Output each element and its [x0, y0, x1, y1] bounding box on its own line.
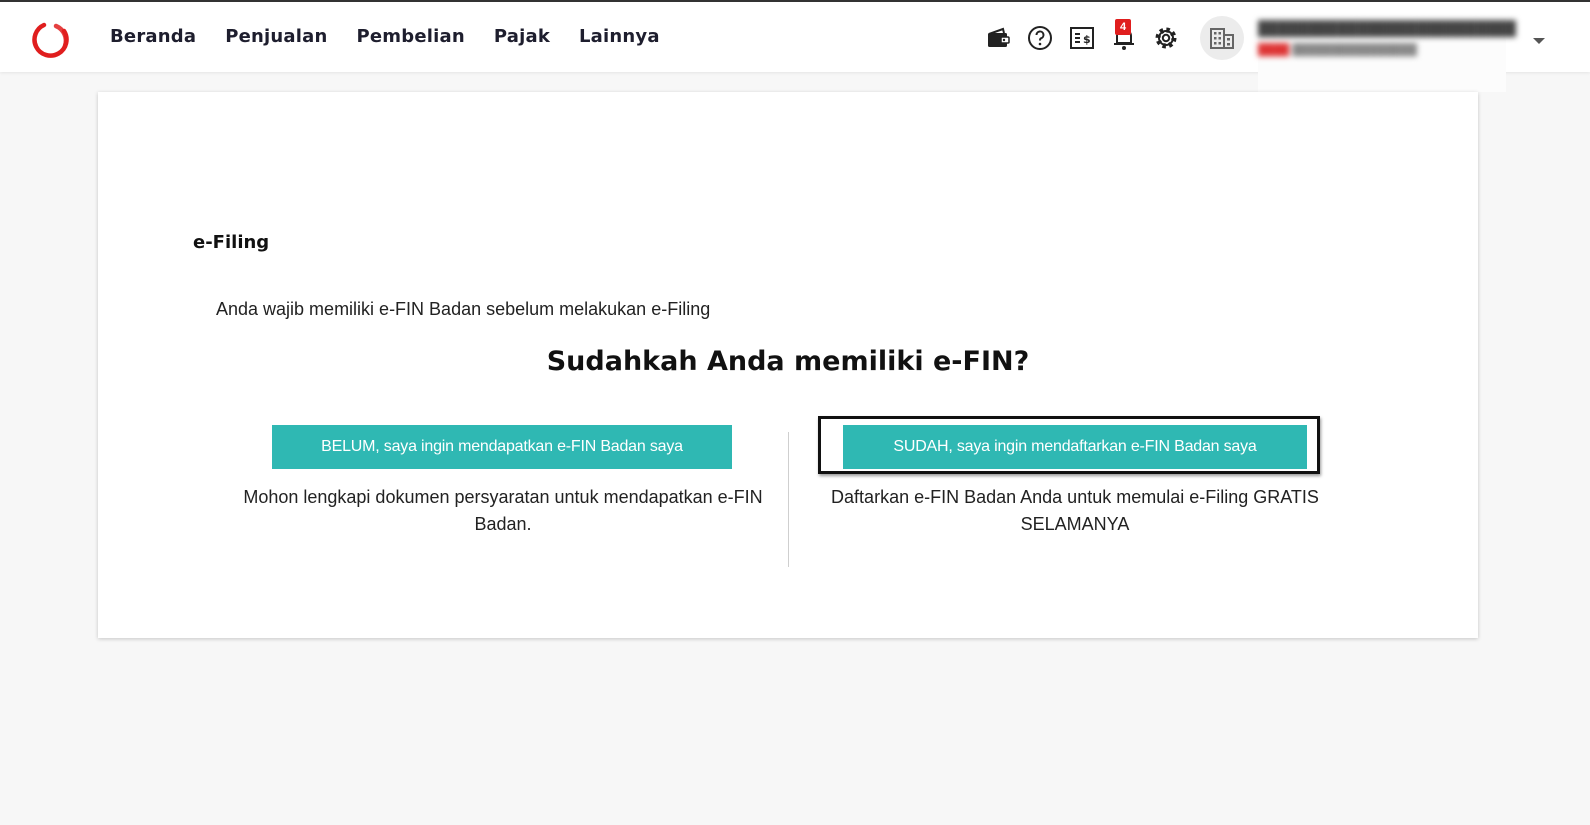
wallet-icon: [988, 27, 1010, 47]
intro-text: Anda wajib memiliki e-FIN Badan sebelum …: [216, 299, 711, 319]
top-navbar: Beranda Penjualan Pembelian Pajak Lainny…: [0, 0, 1590, 92]
belum-efin-button[interactable]: BELUM, saya ingin mendapatkan e-FIN Bada…: [272, 425, 732, 469]
settings-button[interactable]: [1152, 22, 1180, 54]
main-nav: Beranda Penjualan Pembelian Pajak Lainny…: [110, 26, 660, 47]
svg-text:$: $: [1083, 33, 1091, 46]
sudah-description: Daftarkan e-FIN Badan Anda untuk memulai…: [831, 487, 1319, 534]
help-button[interactable]: [1026, 22, 1054, 54]
efiling-card: e-Filing Anda wajib memiliki e-FIN Badan…: [98, 92, 1478, 638]
belum-description: Mohon lengkapi dokumen persyaratan untuk…: [243, 487, 763, 534]
company-role-redacted: ████ ████████████████: [1258, 44, 1417, 56]
notification-button[interactable]: 4: [1110, 19, 1138, 54]
chevron-down-icon[interactable]: [1533, 38, 1545, 44]
nav-item-penjualan[interactable]: Penjualan: [225, 26, 327, 47]
vertical-divider: [788, 432, 789, 567]
help-icon: [1028, 26, 1052, 50]
nav-item-pembelian[interactable]: Pembelian: [356, 26, 464, 47]
header-icons: $ 4: [984, 19, 1194, 54]
building-icon: [1210, 28, 1234, 49]
nav-item-lainnya[interactable]: Lainnya: [579, 26, 660, 47]
invoice-icon: $: [1070, 27, 1094, 49]
notification-badge: 4: [1115, 19, 1131, 35]
gear-icon: [1155, 27, 1177, 49]
company-avatar[interactable]: [1200, 16, 1244, 60]
company-info[interactable]: ██████████████████████████ ████ ████████…: [1258, 18, 1516, 92]
sudah-efin-button[interactable]: SUDAH, saya ingin mendaftarkan e-FIN Bad…: [843, 425, 1307, 469]
company-name-redacted: ██████████████████████████: [1258, 20, 1516, 36]
brand-logo-icon[interactable]: [30, 20, 70, 60]
page-title: e-Filing: [193, 232, 270, 253]
nav-item-beranda[interactable]: Beranda: [110, 26, 196, 47]
efin-question: Sudahkah Anda memiliki e-FIN?: [546, 346, 1030, 377]
nav-item-pajak[interactable]: Pajak: [494, 26, 550, 47]
invoice-button[interactable]: $: [1068, 22, 1096, 54]
wallet-button[interactable]: [984, 22, 1012, 54]
